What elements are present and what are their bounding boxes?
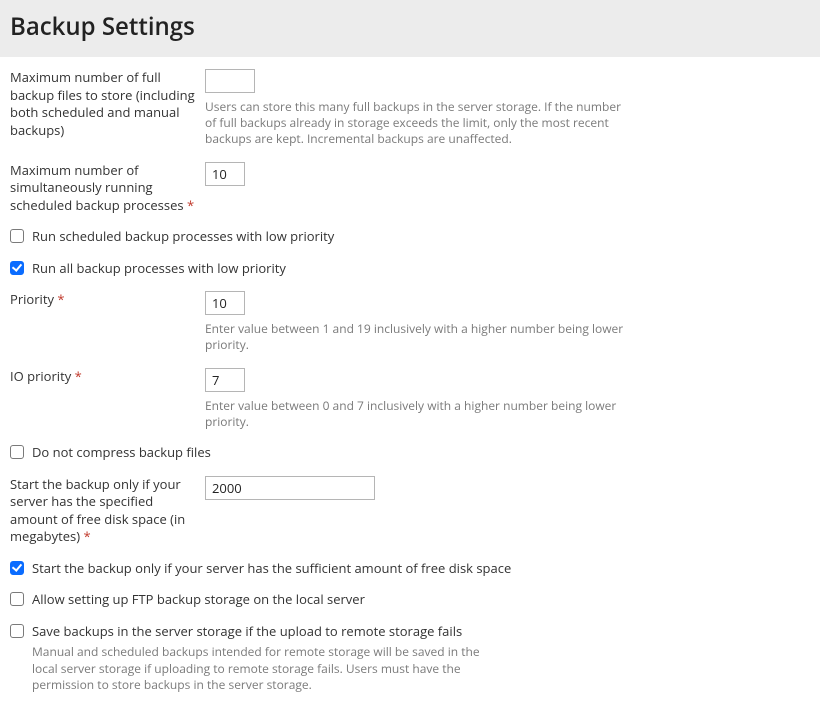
max-processes-row: Maximum number of simultaneously running… xyxy=(10,162,810,215)
io-priority-label-text: IO priority xyxy=(10,367,71,385)
no-compress-row: Do not compress backup files xyxy=(10,444,810,462)
io-priority-hint: Enter value between 0 and 7 inclusively … xyxy=(205,398,635,430)
page-title: Backup Settings xyxy=(10,10,810,43)
max-full-backups-label: Maximum number of full backup files to s… xyxy=(10,69,205,139)
priority-label-text: Priority xyxy=(10,290,54,308)
scheduled-low-priority-row: Run scheduled backup processes with low … xyxy=(10,228,810,246)
sufficient-space-checkbox[interactable] xyxy=(10,561,24,575)
io-priority-label: IO priority * xyxy=(10,368,205,386)
required-marker: * xyxy=(75,367,82,385)
scheduled-low-priority-label[interactable]: Run scheduled backup processes with low … xyxy=(32,228,334,246)
free-space-mb-input[interactable] xyxy=(205,476,375,500)
max-processes-label-text: Maximum number of simultaneously running… xyxy=(10,161,184,214)
required-marker: * xyxy=(187,196,194,214)
io-priority-row: IO priority * Enter value between 0 and … xyxy=(10,368,810,430)
allow-local-ftp-label[interactable]: Allow setting up FTP backup storage on t… xyxy=(32,591,365,609)
save-on-fail-row: Save backups in the server storage if th… xyxy=(10,623,810,641)
all-low-priority-label[interactable]: Run all backup processes with low priori… xyxy=(32,260,286,278)
required-marker: * xyxy=(57,290,64,308)
allow-local-ftp-row: Allow setting up FTP backup storage on t… xyxy=(10,591,810,609)
save-on-fail-checkbox[interactable] xyxy=(10,624,24,638)
io-priority-input[interactable] xyxy=(205,368,245,392)
sufficient-space-label[interactable]: Start the backup only if your server has… xyxy=(32,560,511,578)
free-space-mb-label-text: Start the backup only if your server has… xyxy=(10,475,185,546)
free-space-mb-label: Start the backup only if your server has… xyxy=(10,476,205,546)
priority-input[interactable] xyxy=(205,291,245,315)
all-low-priority-row: Run all backup processes with low priori… xyxy=(10,260,810,278)
no-compress-label[interactable]: Do not compress backup files xyxy=(32,444,211,462)
max-full-backups-row: Maximum number of full backup files to s… xyxy=(10,69,810,148)
priority-row: Priority * Enter value between 1 and 19 … xyxy=(10,291,810,353)
max-full-backups-input[interactable] xyxy=(205,69,255,93)
free-space-mb-row: Start the backup only if your server has… xyxy=(10,476,810,546)
backup-settings-form: Maximum number of full backup files to s… xyxy=(0,57,820,713)
max-processes-input[interactable] xyxy=(205,162,245,186)
save-on-fail-label[interactable]: Save backups in the server storage if th… xyxy=(32,623,810,641)
all-low-priority-checkbox[interactable] xyxy=(10,261,24,275)
sufficient-space-row: Start the backup only if your server has… xyxy=(10,560,810,578)
no-compress-checkbox[interactable] xyxy=(10,445,24,459)
scheduled-low-priority-checkbox[interactable] xyxy=(10,229,24,243)
required-marker: * xyxy=(83,527,90,545)
allow-local-ftp-checkbox[interactable] xyxy=(10,592,24,606)
priority-label: Priority * xyxy=(10,291,205,309)
max-processes-label: Maximum number of simultaneously running… xyxy=(10,162,205,215)
priority-hint: Enter value between 1 and 19 inclusively… xyxy=(205,321,635,353)
max-full-backups-hint: Users can store this many full backups i… xyxy=(205,99,635,148)
